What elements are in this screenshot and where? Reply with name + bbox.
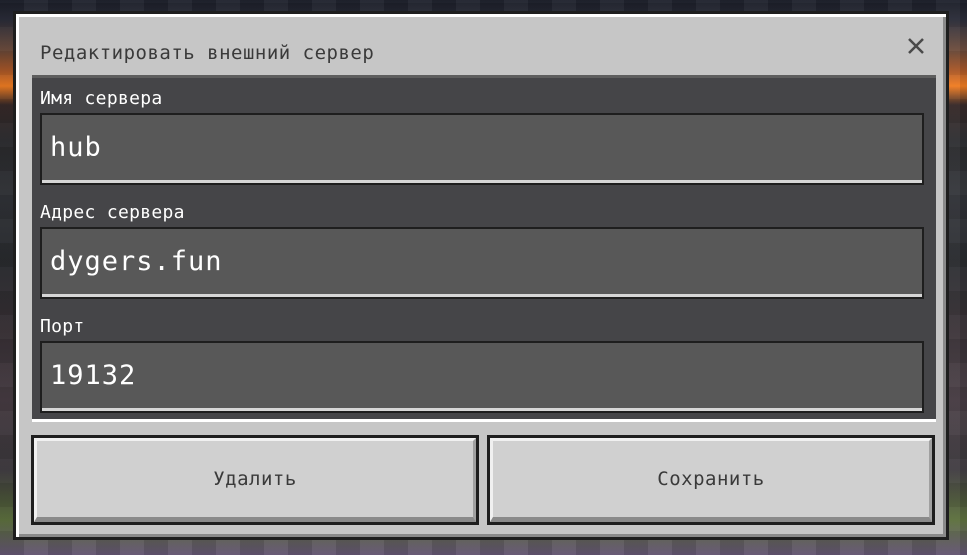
delete-button-label: Удалить [34, 438, 476, 522]
server-name-label: Имя сервера [40, 88, 163, 109]
close-icon [908, 38, 924, 54]
port-label: Порт [40, 316, 85, 337]
server-address-field[interactable] [40, 227, 924, 299]
port-field-inner [42, 343, 922, 411]
port-field[interactable] [40, 341, 924, 413]
save-button-label: Сохранить [490, 438, 932, 522]
edit-server-dialog: Редактировать внешний сервер Имя сервера… [13, 11, 949, 540]
server-name-field-inner [42, 115, 922, 183]
form-panel: Имя сервера Адрес сервера Порт [32, 75, 936, 422]
save-button[interactable]: Сохранить [487, 435, 935, 525]
close-button[interactable] [904, 34, 928, 58]
delete-button[interactable]: Удалить [31, 435, 479, 525]
server-address-label: Адрес сервера [40, 202, 185, 223]
server-address-field-inner [42, 229, 922, 297]
port-input[interactable] [48, 359, 922, 392]
server-name-input[interactable] [48, 131, 922, 164]
server-name-field[interactable] [40, 113, 924, 185]
dialog-title: Редактировать внешний сервер [40, 42, 375, 64]
server-address-input[interactable] [48, 245, 922, 278]
